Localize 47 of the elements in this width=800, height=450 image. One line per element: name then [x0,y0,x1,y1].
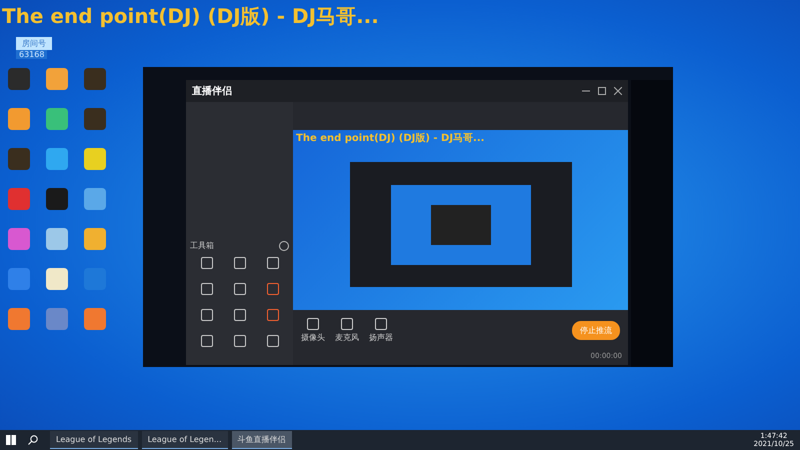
desktop-app-icon[interactable] [46,308,68,330]
tool-icon[interactable] [266,283,278,295]
desktop-app-icon[interactable] [8,308,30,330]
room-number: 63168 [16,50,48,59]
taskbar-item[interactable]: League of Legends [50,431,138,449]
app-name: 直播伴侣 [192,84,232,98]
tool-icon[interactable] [200,257,212,269]
desktop-app-icon[interactable] [46,68,68,90]
taskbar-item[interactable]: 斗鱼直播伴侣 [232,431,292,449]
toolbar-button[interactable]: 扬声器 [369,318,393,342]
desktop-app-icon[interactable] [84,308,106,330]
song-title: The end point(DJ) (DJ版) - DJ马哥... [2,3,379,30]
preview-title: The end point(DJ) (DJ版) - DJ马哥... [295,132,486,146]
tool-icon[interactable] [234,283,246,295]
windows-start-icon[interactable] [6,435,16,445]
desktop-app-icon[interactable] [84,68,106,90]
desktop-app-icon[interactable] [46,228,68,250]
room-badge: 房间号 [16,37,52,50]
desktop-app-icon[interactable] [84,228,106,250]
desktop-app-icon[interactable] [84,148,106,170]
tool-icon[interactable] [200,335,212,347]
desktop-app-icon[interactable] [46,268,68,290]
desktop-app-icon[interactable] [46,148,68,170]
desktop-app-icon[interactable] [8,68,30,90]
tool-icon[interactable] [266,335,278,347]
minus-circle-icon[interactable] [279,240,289,250]
toolbox-title: 工具箱 [190,240,214,251]
desktop-app-icon[interactable] [84,108,106,130]
desktop-app-icon[interactable] [46,188,68,210]
taskbar-item[interactable]: League of Legen... [142,431,228,449]
desktop-app-icon[interactable] [46,108,68,130]
tool-icon[interactable] [200,283,212,295]
tool-icon[interactable] [234,309,246,321]
close-icon[interactable] [614,87,622,95]
tool-icon[interactable] [234,257,246,269]
tool-icon[interactable] [234,335,246,347]
tool-icon[interactable] [200,309,212,321]
desktop-app-icon[interactable] [84,188,106,210]
tool-icon[interactable] [266,257,278,269]
search-icon[interactable] [28,435,38,445]
toolbar-button[interactable]: 摄像头 [301,318,325,342]
toolbar-button[interactable]: 麦克风 [335,318,359,342]
desktop-app-icon[interactable] [8,108,30,130]
maximize-icon[interactable] [598,87,606,95]
tool-icon[interactable] [266,309,278,321]
desktop-app-icon[interactable] [8,148,30,170]
desktop-app-icon[interactable] [8,228,30,250]
